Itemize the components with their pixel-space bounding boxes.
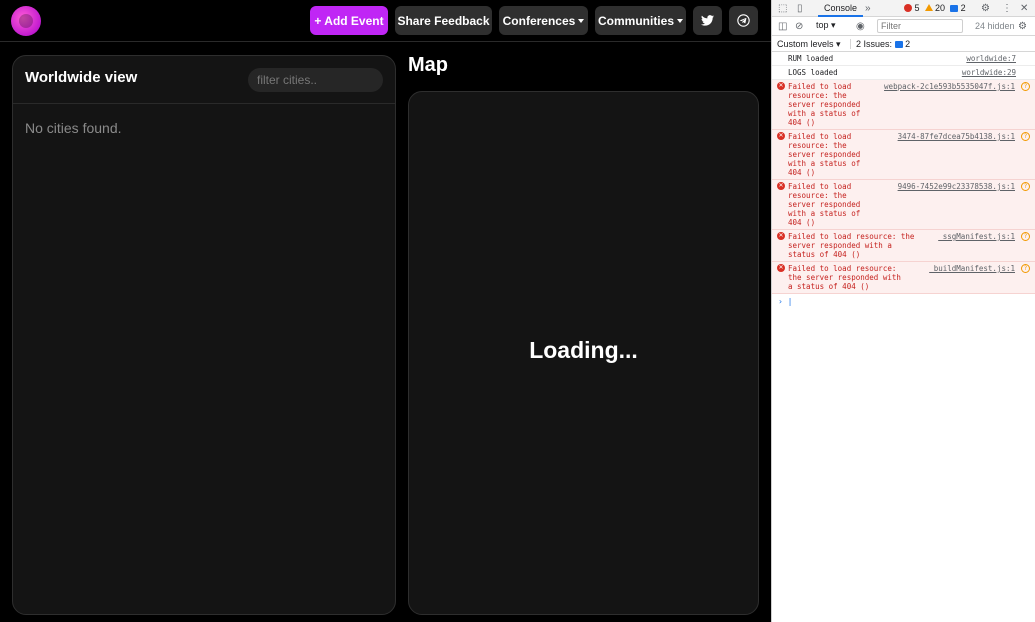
eye-icon[interactable]: ◉: [856, 17, 865, 36]
worldwide-panel-header: Worldwide view: [13, 56, 395, 104]
panel-title: Worldwide view: [25, 69, 138, 86]
log-source-link[interactable]: 3474-87fe7dcea75b4138.js:1: [898, 132, 1015, 141]
error-icon: ✕: [777, 232, 785, 240]
issues-button[interactable]: 2 Issues: 2: [850, 39, 910, 49]
hidden-count: 24 hidden: [975, 21, 1015, 31]
devtools-panel: ⬚ ▯ Console » 5 20 2 ⚙ ⋮ ✕ ◫ ⊘ top ▾ ◉ 2…: [771, 0, 1035, 622]
twitter-button[interactable]: [693, 6, 722, 35]
loading-text: Loading...: [529, 337, 638, 363]
telegram-icon: [737, 14, 750, 27]
map-panel[interactable]: Loading...: [408, 91, 759, 615]
top-navbar: + Add Event Share Feedback Conferences C…: [0, 0, 771, 42]
error-count: 5: [914, 3, 920, 13]
close-icon[interactable]: ✕: [1020, 0, 1028, 17]
context-value: top: [816, 20, 829, 30]
message-icon: [950, 5, 959, 12]
log-row-error: ✕ Failed to load resource: the server re…: [772, 262, 1035, 294]
worldwide-panel: Worldwide view No cities found.: [12, 55, 396, 615]
console-settings-icon[interactable]: ⚙: [1018, 17, 1027, 36]
console-log: RUM loaded worldwide:7 LOGS loaded world…: [772, 52, 1035, 306]
error-counter: 5: [904, 0, 920, 17]
levels-label: Custom levels: [777, 39, 834, 49]
warning-counter: 20: [924, 0, 946, 17]
ai-insight-icon[interactable]: ?: [1021, 264, 1030, 273]
error-icon: [904, 4, 912, 12]
warning-count: 20: [935, 3, 946, 13]
console-toolbar: ◫ ⊘ top ▾ ◉ 24 hidden ⚙: [772, 17, 1035, 36]
filter-cities-input[interactable]: [248, 68, 383, 92]
log-row-error: ✕ Failed to load resource: the server re…: [772, 80, 1035, 130]
log-message: Failed to load resource: the server resp…: [788, 264, 901, 291]
info-counter: 2: [950, 0, 966, 17]
warning-icon: [924, 4, 933, 11]
chevron-down-icon: [578, 18, 585, 23]
log-source-link[interactable]: worldwide:29: [962, 68, 1016, 77]
map-title: Map: [408, 54, 448, 76]
communities-dropdown[interactable]: Communities: [595, 6, 686, 35]
inspect-element-icon[interactable]: ⬚: [778, 0, 787, 17]
log-row-error: ✕ Failed to load resource: the server re…: [772, 230, 1035, 262]
log-source-link[interactable]: _buildManifest.js:1: [929, 264, 1015, 273]
empty-state-text: No cities found.: [25, 120, 122, 136]
add-event-button[interactable]: + Add Event: [310, 6, 388, 35]
tab-console[interactable]: Console: [818, 0, 864, 17]
log-message: Failed to load resource: the server resp…: [788, 232, 915, 259]
telegram-button[interactable]: [729, 6, 758, 35]
error-icon: ✕: [777, 82, 785, 90]
levels-bar: Custom levels ▾ 2 Issues: 2: [772, 36, 1035, 52]
more-options-icon[interactable]: ⋮: [1002, 0, 1012, 17]
share-feedback-button[interactable]: Share Feedback: [395, 6, 492, 35]
ai-insight-icon[interactable]: ?: [1021, 182, 1030, 191]
more-tabs-icon[interactable]: »: [865, 0, 871, 17]
log-message: RUM loaded: [788, 54, 834, 63]
ai-insight-icon[interactable]: ?: [1021, 82, 1030, 91]
message-icon: [894, 41, 903, 48]
log-source-link[interactable]: _ssgManifest.js:1: [938, 232, 1015, 241]
ai-insight-icon[interactable]: ?: [1021, 232, 1030, 241]
sidebar-toggle-icon[interactable]: ◫: [778, 17, 787, 36]
levels-dropdown[interactable]: Custom levels ▾: [777, 39, 841, 50]
log-message: Failed to load resource: the server resp…: [788, 132, 861, 177]
log-source-link[interactable]: 9496-7452e99c23378538.js:1: [898, 182, 1015, 191]
logo-icon[interactable]: [11, 6, 41, 36]
issues-label: 2 Issues:: [856, 39, 893, 49]
app: + Add Event Share Feedback Conferences C…: [0, 0, 771, 622]
devtools-tabbar: ⬚ ▯ Console » 5 20 2 ⚙ ⋮ ✕: [772, 0, 1035, 17]
twitter-icon: [701, 15, 714, 26]
log-row-error: ✕ Failed to load resource: the server re…: [772, 130, 1035, 180]
ai-insight-icon[interactable]: ?: [1021, 132, 1030, 141]
device-toolbar-icon[interactable]: ▯: [797, 0, 803, 17]
chevron-down-icon: [677, 18, 683, 23]
error-icon: ✕: [777, 182, 785, 190]
log-row: LOGS loaded worldwide:29: [772, 66, 1035, 80]
log-message: Failed to load resource: the server resp…: [788, 82, 861, 127]
error-icon: ✕: [777, 264, 785, 272]
issues-count: 2: [905, 39, 911, 49]
info-count: 2: [960, 3, 966, 13]
error-icon: ✕: [777, 132, 785, 140]
log-source-link[interactable]: webpack-2c1e593b5535047f.js:1: [884, 82, 1015, 91]
settings-gear-icon[interactable]: ⚙: [981, 0, 990, 17]
conferences-dropdown[interactable]: Conferences: [499, 6, 588, 35]
communities-label: Communities: [597, 13, 674, 28]
log-row: RUM loaded worldwide:7: [772, 52, 1035, 66]
log-message: LOGS loaded: [788, 68, 838, 77]
console-prompt[interactable]: › |: [772, 294, 1035, 306]
clear-console-icon[interactable]: ⊘: [795, 17, 803, 36]
issue-counters[interactable]: 5 20 2: [904, 0, 966, 17]
log-source-link[interactable]: worldwide:7: [966, 54, 1016, 63]
context-select[interactable]: top ▾: [816, 20, 836, 31]
conferences-label: Conferences: [502, 13, 576, 28]
console-filter-input[interactable]: [877, 19, 963, 33]
log-message: Failed to load resource: the server resp…: [788, 182, 861, 227]
log-row-error: ✕ Failed to load resource: the server re…: [772, 180, 1035, 230]
